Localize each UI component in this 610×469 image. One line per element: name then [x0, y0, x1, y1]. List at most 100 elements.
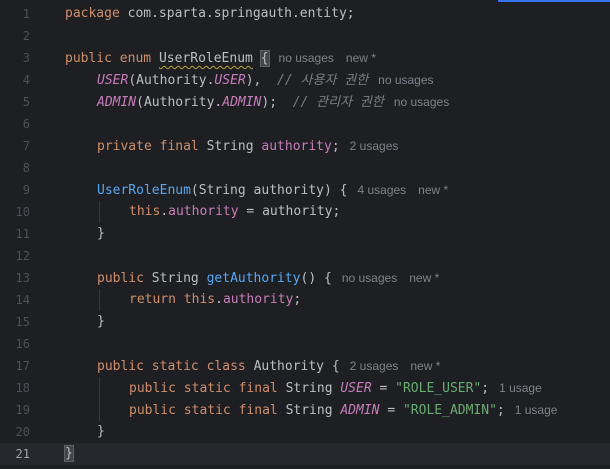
type-name: String	[285, 403, 333, 418]
code-line[interactable]: 6	[0, 113, 610, 135]
code-line-current[interactable]: 21 }	[0, 443, 610, 465]
keyword: public	[97, 271, 144, 286]
semicolon: ;	[331, 139, 340, 154]
paren: (	[136, 95, 144, 110]
keyword: public	[97, 359, 144, 374]
assignment: = authority;	[238, 204, 341, 219]
code-text[interactable]: }	[64, 443, 74, 465]
usages-hint[interactable]: no usages	[378, 73, 433, 87]
keyword: static	[151, 359, 199, 374]
punctuation: );	[261, 95, 278, 110]
static-field-ref: ADMIN	[222, 95, 262, 110]
paren: (	[128, 73, 137, 88]
line-number: 11	[15, 227, 30, 241]
line-number: 19	[15, 403, 30, 417]
code-line[interactable]: 11 }	[0, 223, 610, 245]
code-line[interactable]: 16	[0, 333, 610, 355]
code-line[interactable]: 15 }	[0, 311, 610, 333]
code-text[interactable]: public static class Authority {2 usages n…	[97, 355, 440, 378]
closing-brace: }	[97, 424, 105, 439]
method-name: getAuthority	[206, 271, 301, 286]
code-line[interactable]: 7 private final String authority; 2 usage…	[0, 135, 610, 157]
code-text[interactable]: this.authority = authority;	[129, 201, 340, 223]
line-number: 10	[15, 205, 30, 219]
code-text[interactable]: }	[97, 311, 105, 333]
code-text[interactable]: }	[97, 223, 105, 245]
code-text[interactable]: return this.authority;	[129, 289, 301, 311]
class-ref: Authority	[136, 73, 207, 88]
code-text[interactable]: ADMIN(Authority.ADMIN); // 관리자 권한 no usag…	[97, 91, 449, 114]
dot: .	[160, 204, 169, 219]
line-number: 13	[15, 271, 30, 285]
code-text[interactable]: UserRoleEnum(String authority) {4 usages…	[97, 179, 448, 202]
code-line[interactable]: 17 public static class Authority {2 usag…	[0, 355, 610, 377]
code-line[interactable]: 18 public static final String USER = "RO…	[0, 377, 610, 399]
keyword: class	[206, 359, 246, 374]
line-number: 1	[22, 7, 30, 21]
line-number: 3	[22, 51, 30, 65]
code-editor[interactable]: 1 package com.sparta.springauth.entity; …	[0, 0, 610, 469]
code-line[interactable]: 2	[0, 25, 610, 47]
line-number: 18	[15, 381, 30, 395]
code-line[interactable]: 13 public String getAuthority() {no usag…	[0, 267, 610, 289]
code-comment: // 관리자 권한	[292, 95, 384, 110]
keyword: package	[65, 6, 120, 21]
usages-hint[interactable]: 4 usages	[357, 183, 406, 197]
code-text[interactable]: USER(Authority.USER), // 사용자 권한 no usages	[97, 69, 434, 92]
usages-hint[interactable]: 2 usages	[350, 359, 399, 373]
code-line[interactable]: 12	[0, 245, 610, 267]
code-text[interactable]: public static final String ADMIN = "ROLE…	[129, 399, 557, 422]
code-line[interactable]: 14 return this.authority;	[0, 289, 610, 311]
author-hint[interactable]: new *	[409, 271, 439, 285]
keyword: static	[183, 403, 231, 418]
enum-name-warning[interactable]: UserRoleEnum	[159, 51, 253, 66]
type-name: String	[285, 381, 333, 396]
code-text[interactable]: private final String authority; 2 usages	[97, 135, 398, 158]
author-hint[interactable]: new *	[418, 183, 448, 197]
usages-hint[interactable]: 1 usage	[515, 403, 558, 417]
code-line[interactable]: 5 ADMIN(Authority.ADMIN); // 관리자 권한 no us…	[0, 91, 610, 113]
line-number: 4	[22, 73, 30, 87]
code-text[interactable]: }	[97, 421, 105, 443]
matched-brace: }	[64, 445, 74, 462]
equals: =	[379, 403, 403, 418]
constant-name: USER	[340, 381, 372, 396]
class-ref: Authority	[143, 95, 215, 110]
code-line[interactable]: 8	[0, 157, 610, 179]
usages-hint[interactable]: 1 usage	[499, 381, 542, 395]
usages-hint[interactable]: no usages	[342, 271, 397, 285]
semicolon: ;	[293, 292, 302, 307]
usages-hint[interactable]: no usages	[394, 95, 449, 109]
keyword: private	[97, 139, 152, 154]
usages-hint[interactable]: 2 usages	[350, 139, 399, 153]
code-line[interactable]: 4 USER(Authority.USER), // 사용자 권한 no usag…	[0, 69, 610, 91]
code-line[interactable]: 9 UserRoleEnum(String authority) {4 usag…	[0, 179, 610, 201]
keyword: this	[129, 204, 161, 219]
constructor-name: UserRoleEnum	[97, 183, 191, 198]
code-text[interactable]: public enum UserRoleEnum {no usages new *	[65, 47, 376, 70]
author-hint[interactable]: new *	[410, 359, 440, 373]
keyword: enum	[119, 51, 152, 66]
code-text[interactable]: package com.sparta.springauth.entity;	[65, 3, 355, 25]
line-number: 21	[15, 447, 30, 461]
code-text[interactable]: public static final String USER = "ROLE_…	[129, 377, 542, 400]
field-name: authority	[222, 292, 294, 307]
line-number: 9	[22, 183, 30, 197]
line-number: 17	[15, 359, 30, 373]
indent-guide	[99, 289, 100, 311]
code-line[interactable]: 1 package com.sparta.springauth.entity;	[0, 3, 610, 25]
indent-guide	[99, 201, 100, 223]
line-number: 16	[15, 337, 30, 351]
keyword: final	[238, 381, 278, 396]
code-line[interactable]: 10 this.authority = authority;	[0, 201, 610, 223]
code-line[interactable]: 3 public enum UserRoleEnum {no usages new…	[0, 47, 610, 69]
field-name: authority	[261, 139, 332, 154]
usages-hint[interactable]: no usages	[279, 51, 334, 65]
code-text[interactable]: public String getAuthority() {no usages n…	[97, 267, 439, 290]
dot: .	[215, 292, 223, 307]
keyword: return	[129, 292, 176, 307]
author-hint[interactable]: new *	[346, 51, 376, 65]
keyword: public	[129, 403, 176, 418]
code-line[interactable]: 19 public static final String ADMIN = "R…	[0, 399, 610, 421]
code-line[interactable]: 20 }	[0, 421, 610, 443]
